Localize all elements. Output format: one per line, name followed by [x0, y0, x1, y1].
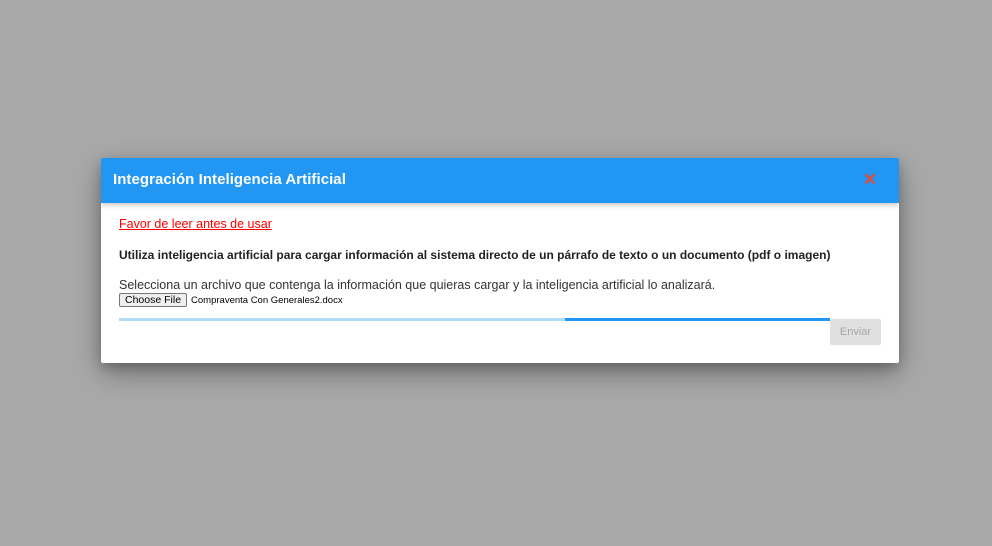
dialog-header: Integración Inteligencia Artificial ✕ [101, 158, 899, 203]
choose-file-button[interactable]: Choose File [119, 293, 188, 307]
progress-bar-fill [565, 318, 830, 321]
submit-button[interactable]: Enviar [830, 319, 881, 345]
file-instruction: Selecciona un archivo que contenga la in… [119, 278, 716, 292]
dialog-description: Utiliza inteligencia artificial para car… [119, 248, 831, 262]
selected-file-name: Compraventa Con Generales2.docx [191, 294, 343, 306]
file-input[interactable]: Choose File Compraventa Con Generales2.d… [119, 293, 343, 307]
read-before-use-link[interactable]: Favor de leer antes de usar [119, 217, 272, 231]
close-icon[interactable]: ✕ [861, 169, 879, 191]
ai-integration-dialog: Integración Inteligencia Artificial ✕ Fa… [101, 158, 899, 363]
upload-progress-bar [119, 318, 830, 321]
dialog-title: Integración Inteligencia Artificial [113, 171, 346, 188]
